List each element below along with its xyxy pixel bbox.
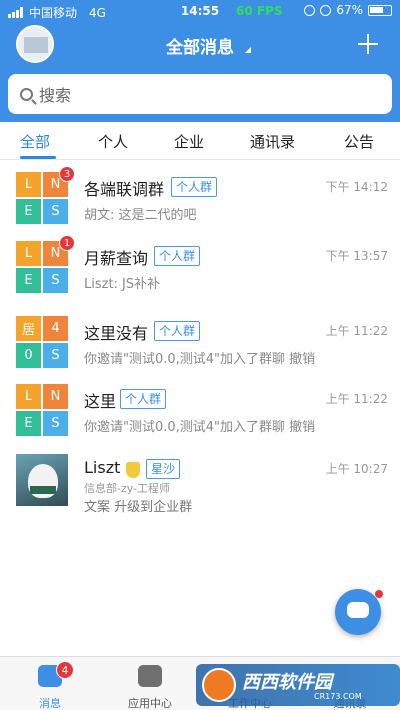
chat-item[interactable]: Liszt 星沙 上午 10:27 信息部-zy-工程师 文案 升级到企业群 xyxy=(0,446,400,516)
chat-preview: 你邀请"测试0.0,测试4"加入了群聊 撤销 xyxy=(84,420,316,435)
tabbar-app-center[interactable]: 应用中心 xyxy=(100,657,200,710)
contact-avatar xyxy=(16,454,68,506)
tabbar-messages[interactable]: 4 消息 xyxy=(0,657,100,710)
unread-badge: 3 xyxy=(59,166,75,182)
chat-time: 上午 10:27 xyxy=(325,462,388,476)
chat-time: 下午 13:57 xyxy=(325,249,388,263)
avatar-cell: S xyxy=(43,411,68,436)
verified-shield-icon xyxy=(126,462,140,478)
chat-type-tag: 个人群 xyxy=(171,177,218,197)
apps-grid-icon xyxy=(138,665,162,687)
chat-item[interactable]: 居 4 0 S 这里没有 个人群 上午 11:22 你邀请"测试0.0,测试4"… xyxy=(0,308,400,378)
avatar-cell: 居 xyxy=(16,316,41,341)
watermark-logo-icon xyxy=(202,668,236,702)
tabbar-label: 应用中心 xyxy=(128,697,172,710)
avatar-cell: L xyxy=(16,241,41,266)
avatar-cell: 4 xyxy=(43,316,68,341)
alarm-icon xyxy=(320,4,332,16)
search-placeholder: 搜索 xyxy=(39,86,72,105)
avatar-cell: L xyxy=(16,172,41,197)
tab-personal[interactable]: 个人 xyxy=(98,131,128,152)
chat-type-tag: 个人群 xyxy=(154,246,201,266)
avatar-cell: L xyxy=(16,384,41,409)
avatar-cell: S xyxy=(43,268,68,293)
avatar-cell: E xyxy=(16,411,41,436)
tab-announcements[interactable]: 公告 xyxy=(344,131,374,152)
chat-name: 月薪查询 xyxy=(84,249,149,268)
avatar-cell: S xyxy=(43,199,68,224)
search-icon xyxy=(20,87,33,101)
avatar-cell: S xyxy=(43,343,68,368)
chat-name: 各端联调群 xyxy=(84,180,165,199)
chat-type-tag: 个人群 xyxy=(154,321,201,341)
avatar-cell: E xyxy=(16,199,41,224)
filter-tabs: 全部 个人 企业 通讯录 公告 xyxy=(0,122,400,160)
page-title[interactable]: 全部消息 xyxy=(0,33,400,58)
chat-type-tag: 星沙 xyxy=(146,459,181,479)
group-avatar: L N E S xyxy=(16,172,68,224)
chat-fab-button[interactable] xyxy=(335,589,383,635)
add-icon[interactable] xyxy=(358,34,378,54)
watermark-title: 西西软件园 xyxy=(242,672,332,693)
tab-all[interactable]: 全部 xyxy=(20,131,50,152)
tab-contacts[interactable]: 通讯录 xyxy=(250,131,295,152)
tabbar-label: 消息 xyxy=(39,697,61,710)
chat-bubble-icon xyxy=(347,602,369,618)
chat-name: 这里没有 xyxy=(84,324,149,343)
chat-preview: 文案 升级到企业群 xyxy=(84,500,193,515)
chat-time: 上午 11:22 xyxy=(325,392,388,406)
status-bar: 中国移动 4G 14:55 60 FPS 67% xyxy=(0,0,400,22)
chat-time: 下午 14:12 xyxy=(325,180,388,194)
messages-badge: 4 xyxy=(56,661,74,679)
nav-header: 全部消息 xyxy=(0,22,400,68)
chat-preview: Liszt: JS补补 xyxy=(84,277,161,292)
chat-name: 这里 xyxy=(84,392,117,411)
tab-enterprise[interactable]: 企业 xyxy=(174,131,204,152)
fps-indicator: 60 FPS xyxy=(236,4,283,18)
battery-percent: 67% xyxy=(336,3,363,17)
active-tab-indicator xyxy=(20,156,56,159)
orientation-lock-icon xyxy=(304,4,316,16)
avatar-cell: 0 xyxy=(16,343,41,368)
chat-time: 上午 11:22 xyxy=(325,324,388,338)
notification-dot xyxy=(375,590,383,598)
battery-icon xyxy=(368,4,392,16)
chat-item[interactable]: L N E S 3 各端联调群 个人群 下午 14:12 胡文: 这是二代的吧 xyxy=(0,164,400,234)
group-avatar: L N E S xyxy=(16,241,68,293)
watermark-site: CR173.COM xyxy=(314,692,362,701)
chat-item[interactable]: L N E S 1 月薪查询 个人群 下午 13:57 Liszt: JS补补 xyxy=(0,233,400,303)
search-area: 搜索 xyxy=(0,68,400,122)
chat-type-tag: 个人群 xyxy=(120,389,167,409)
group-avatar: L N E S xyxy=(16,384,68,436)
dropdown-caret-icon[interactable] xyxy=(245,47,251,53)
site-watermark: 西西软件园 CR173.COM xyxy=(196,664,400,706)
avatar-cell: E xyxy=(16,268,41,293)
unread-badge: 1 xyxy=(59,235,75,251)
chat-item[interactable]: L N E S 这里 个人群 上午 11:22 你邀请"测试0.0,测试4"加入… xyxy=(0,376,400,446)
chat-preview: 你邀请"测试0.0,测试4"加入了群聊 撤销 xyxy=(84,352,316,367)
contact-title: 信息部-zy-工程师 xyxy=(84,482,171,495)
avatar-cell: N xyxy=(43,384,68,409)
group-avatar: 居 4 0 S xyxy=(16,316,68,368)
chat-preview: 胡文: 这是二代的吧 xyxy=(84,208,197,223)
chat-name: Liszt xyxy=(84,458,121,477)
search-input[interactable]: 搜索 xyxy=(8,74,392,114)
